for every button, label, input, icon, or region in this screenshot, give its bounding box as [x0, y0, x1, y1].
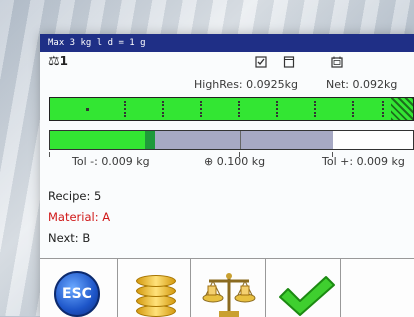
highres-readout: HighRes: 0.0925kg — [194, 78, 298, 91]
bargraph-tick — [352, 101, 354, 117]
terminal-screen: Max 3 kg l d = 1 g ⚖1 HighRes: 0.0925kg … — [40, 34, 414, 317]
status-row: ⚖1 — [40, 53, 414, 71]
tolerance-target-line — [240, 131, 241, 149]
net-readout: Net: 0.092kg — [326, 78, 397, 91]
bargraph-tick — [382, 101, 384, 117]
checkmark-icon — [279, 276, 335, 316]
tolerance-tick — [49, 152, 50, 157]
tol-target: ⊕ 0.100 kg — [204, 155, 265, 168]
bargraph-tick — [200, 101, 202, 117]
tol-minus-value: 0.009 kg — [101, 155, 150, 168]
tolerance-bar — [49, 130, 414, 150]
capacity-text: Max 3 kg l d = 1 g — [48, 38, 146, 48]
tolerance-window — [155, 131, 333, 149]
recipe-info: Recipe: 5 Material: A Next: B — [48, 186, 110, 249]
bargraph-tick — [124, 101, 126, 117]
tol-plus-value: 0.009 kg — [356, 155, 405, 168]
calendar-icon[interactable] — [331, 56, 343, 68]
document-icon[interactable] — [283, 56, 295, 68]
net-value: 0.092kg — [352, 78, 398, 91]
next-line: Next: B — [48, 228, 110, 249]
tol-plus-label: Tol +: — [322, 155, 354, 168]
database-button[interactable] — [118, 259, 191, 317]
capacity-bar: Max 3 kg l d = 1 g — [40, 34, 414, 52]
scale-icon: ⚖ — [48, 54, 60, 69]
recipe-line: Recipe: 5 — [48, 186, 110, 207]
net-label: Net: — [326, 78, 350, 91]
recipe-label: Recipe: — [48, 189, 91, 203]
highres-label: HighRes: — [194, 78, 243, 91]
highres-value: 0.0925kg — [246, 78, 298, 91]
checkbox-icon[interactable] — [255, 56, 267, 68]
bargraph-overload-hatch — [391, 98, 413, 120]
material-label: Material: — [48, 210, 99, 224]
balance-button[interactable] — [191, 259, 266, 317]
tol-plus: Tol +: 0.009 kg — [322, 155, 405, 168]
target-icon: ⊕ — [204, 155, 214, 168]
softkey-toolbar: ESC — [40, 258, 414, 317]
tol-minus-label: Tol -: — [72, 155, 98, 168]
tol-minus: Tol -: 0.009 kg — [72, 155, 150, 168]
esc-icon: ESC — [54, 271, 100, 317]
material-line: Material: A — [48, 207, 110, 228]
esc-button[interactable]: ESC — [40, 259, 118, 317]
tolerance-current-marker — [145, 131, 155, 149]
database-icon — [136, 271, 176, 317]
weight-info-row: HighRes: 0.0925kg Net: 0.092kg — [40, 78, 414, 92]
recipe-value: 5 — [93, 189, 102, 203]
bargraph-tick — [162, 101, 164, 117]
bargraph-start-dot — [86, 108, 89, 111]
material-value: A — [102, 210, 111, 224]
bargraph-tick — [314, 101, 316, 117]
tol-target-value: 0.100 kg — [216, 155, 266, 168]
esc-label: ESC — [62, 286, 92, 302]
next-label: Next: — [48, 231, 79, 245]
next-value: B — [82, 231, 91, 245]
confirm-button[interactable] — [266, 259, 341, 317]
balance-scale-icon — [202, 273, 256, 317]
scale-number: 1 — [59, 54, 69, 68]
tolerance-fill — [50, 131, 145, 149]
scale-indicator: ⚖1 — [48, 54, 68, 69]
weight-bargraph — [49, 97, 414, 121]
bargraph-tick — [238, 101, 240, 117]
bargraph-tick — [276, 101, 278, 117]
tolerance-labels: Tol -: 0.009 kg ⊕ 0.100 kg Tol +: 0.009 … — [40, 152, 414, 168]
